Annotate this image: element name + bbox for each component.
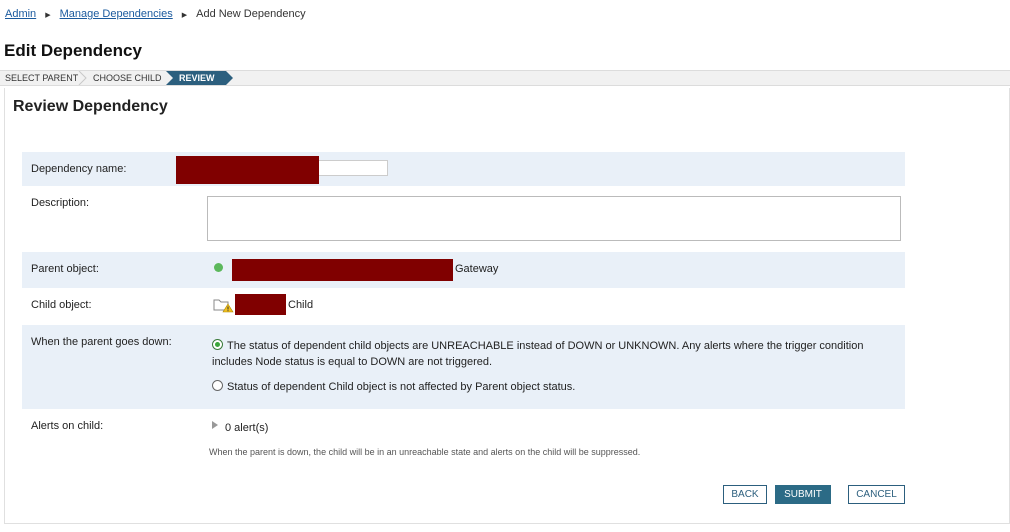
breadcrumb-current: Add New Dependency <box>196 8 306 20</box>
dependency-name-row: Dependency name: <box>22 152 905 186</box>
redacted-name <box>176 156 319 184</box>
parent-object-suffix: Gateway <box>455 263 499 275</box>
not-affected-option-text: Status of dependent Child object is not … <box>227 381 576 393</box>
breadcrumb: Admin ▶ Manage Dependencies ▶ Add New De… <box>5 8 306 20</box>
back-button[interactable]: BACK <box>723 485 767 504</box>
alerts-on-child-label: Alerts on child: <box>31 420 104 432</box>
not-affected-option-radio[interactable] <box>212 380 223 391</box>
unreachable-option-text-line1: The status of dependent child objects ar… <box>227 340 864 352</box>
redacted-child <box>235 294 286 315</box>
child-object-label: Child object: <box>31 299 92 311</box>
dependency-name-input[interactable] <box>318 160 388 176</box>
status-up-icon <box>214 263 223 272</box>
cancel-button[interactable]: CANCEL <box>848 485 905 504</box>
breadcrumb-arrow-icon: ▶ <box>181 12 188 19</box>
breadcrumb-manage-dependencies-link[interactable]: Manage Dependencies <box>60 8 173 20</box>
wizard-step-review: REVIEW <box>166 71 233 85</box>
redacted-parent <box>232 259 453 281</box>
suppression-note: When the parent is down, the child will … <box>209 447 641 457</box>
alerts-count[interactable]: 0 alert(s) <box>225 422 268 434</box>
unreachable-option-radio[interactable] <box>212 339 223 350</box>
breadcrumb-arrow-icon: ▶ <box>45 12 51 19</box>
child-object-row: Child object: <box>22 288 905 325</box>
wizard-step-select-parent[interactable]: SELECT PARENT <box>5 71 78 85</box>
step-divider-icon <box>78 71 87 85</box>
section-title: Review Dependency <box>13 98 168 115</box>
description-textarea[interactable] <box>207 196 901 241</box>
folder-warning-icon <box>213 299 234 313</box>
wizard-step-choose-child[interactable]: CHOOSE CHILD <box>93 71 162 85</box>
parent-object-label: Parent object: <box>31 263 99 275</box>
page-title: Edit Dependency <box>4 41 142 60</box>
wizard-step-review-label: REVIEW <box>179 73 215 83</box>
alerts-row: Alerts on child: <box>22 409 905 469</box>
expand-arrow-icon[interactable] <box>212 421 218 429</box>
submit-button[interactable]: SUBMIT <box>775 485 831 504</box>
dependency-name-label: Dependency name: <box>31 163 127 175</box>
wizard-steps: SELECT PARENT CHOOSE CHILD REVIEW <box>0 70 1010 86</box>
parent-down-label: When the parent goes down: <box>31 336 172 348</box>
child-object-suffix: Child <box>288 299 314 311</box>
breadcrumb-admin-link[interactable]: Admin <box>5 8 36 20</box>
unreachable-option-text-line2: includes Node status is equal to DOWN ar… <box>212 356 493 368</box>
description-label: Description: <box>31 197 90 209</box>
